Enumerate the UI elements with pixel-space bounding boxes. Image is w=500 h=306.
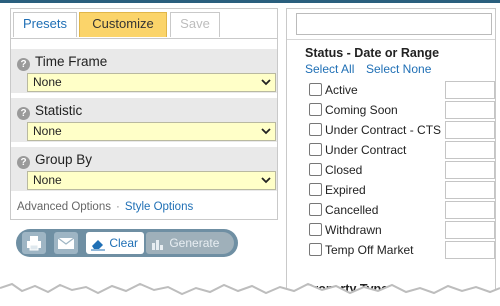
- status-option[interactable]: Cancelled: [309, 201, 495, 219]
- checkbox[interactable]: [309, 83, 322, 96]
- status-option[interactable]: Active: [309, 81, 495, 99]
- status-option[interactable]: Under Contract - CTS: [309, 121, 495, 139]
- help-icon[interactable]: ?: [17, 58, 30, 71]
- filter-search-input[interactable]: [296, 13, 492, 35]
- status-option-label: Under Contract: [325, 143, 407, 157]
- advanced-options-link[interactable]: Advanced Options: [17, 201, 111, 213]
- checkbox[interactable]: [309, 123, 322, 136]
- checkbox[interactable]: [309, 143, 322, 156]
- email-button[interactable]: [54, 232, 78, 254]
- date-range-field[interactable]: [445, 101, 495, 119]
- status-option[interactable]: Closed: [309, 161, 495, 179]
- section-heading: ? Time Frame: [17, 53, 108, 71]
- status-option-label: Temp Off Market: [325, 243, 414, 257]
- style-options-link[interactable]: Style Options: [125, 201, 193, 213]
- select-all-link[interactable]: Select All: [305, 62, 354, 76]
- section-title: Time Frame: [35, 54, 108, 69]
- select-none-link[interactable]: Select None: [366, 62, 431, 76]
- section-heading: ? Statistic: [17, 102, 83, 120]
- checkbox[interactable]: [309, 163, 322, 176]
- time-frame-select[interactable]: None: [27, 73, 276, 92]
- status-title: Status - Date or Range: [305, 46, 440, 60]
- section-title: Statistic: [35, 103, 83, 118]
- status-option-label: Cancelled: [325, 203, 379, 217]
- status-option-label: Expired: [325, 183, 366, 197]
- date-range-field[interactable]: [445, 141, 495, 159]
- tab-customize[interactable]: Customize: [79, 12, 167, 37]
- section-heading: ? Group By: [17, 151, 93, 169]
- section-time-frame: ? Time Frame None: [11, 49, 277, 93]
- generate-label: Generate: [169, 236, 220, 250]
- tab-presets[interactable]: Presets: [13, 12, 77, 37]
- torn-edge: [0, 282, 500, 306]
- select-value: None: [33, 173, 62, 187]
- select-value: None: [33, 75, 62, 89]
- group-by-select[interactable]: None: [27, 171, 276, 190]
- date-range-field[interactable]: [445, 201, 495, 219]
- checkbox[interactable]: [309, 203, 322, 216]
- status-option[interactable]: Under Contract: [309, 141, 495, 159]
- top-accent-line: [0, 0, 500, 3]
- status-option[interactable]: Withdrawn: [309, 221, 495, 239]
- customize-panel: Presets Customize Save ? Time Frame None …: [10, 8, 278, 220]
- status-option-label: Under Contract - CTS: [325, 123, 442, 137]
- help-icon[interactable]: ?: [17, 107, 30, 120]
- tab-save[interactable]: Save: [170, 12, 220, 37]
- clear-label: Clear: [109, 236, 139, 250]
- status-option[interactable]: Temp Off Market: [309, 241, 495, 259]
- clear-button[interactable]: Clear: [86, 232, 144, 254]
- eraser-icon: [91, 239, 105, 251]
- checkbox[interactable]: [309, 223, 322, 236]
- date-range-field[interactable]: [445, 121, 495, 139]
- section-statistic: ? Statistic None: [11, 98, 277, 142]
- status-option-label: Withdrawn: [325, 223, 382, 237]
- select-value: None: [33, 124, 62, 138]
- print-button[interactable]: [22, 232, 46, 254]
- tab-bar: Presets Customize Save: [11, 9, 277, 39]
- date-range-field[interactable]: [445, 221, 495, 239]
- report-builder: Presets Customize Save ? Time Frame None …: [0, 0, 500, 306]
- checkbox[interactable]: [309, 103, 322, 116]
- date-range-field[interactable]: [445, 181, 495, 199]
- bar-chart-icon: [152, 239, 163, 250]
- status-option[interactable]: Expired: [309, 181, 495, 199]
- help-icon[interactable]: ?: [17, 156, 30, 169]
- chevron-down-icon: [261, 74, 271, 91]
- status-option-label: Coming Soon: [325, 103, 398, 117]
- envelope-icon: [57, 237, 75, 249]
- date-range-field[interactable]: [445, 81, 495, 99]
- status-option-label: Active: [325, 83, 358, 97]
- chevron-down-icon: [261, 172, 271, 189]
- action-toolbar: Clear Generate: [16, 229, 238, 257]
- printer-icon: [27, 236, 41, 251]
- options-links: Advanced Options · Style Options: [17, 201, 193, 213]
- checkbox[interactable]: [309, 183, 322, 196]
- section-group-by: ? Group By None: [11, 147, 277, 191]
- status-option-label: Closed: [325, 163, 363, 177]
- status-option[interactable]: Coming Soon: [309, 101, 495, 119]
- separator-dot: ·: [115, 201, 120, 213]
- filter-panel: Status - Date or Range Select All Select…: [286, 8, 496, 306]
- checkbox[interactable]: [309, 243, 322, 256]
- section-title: Group By: [35, 152, 93, 167]
- date-range-field[interactable]: [445, 161, 495, 179]
- divider: [287, 39, 495, 40]
- date-range-field[interactable]: [445, 241, 495, 259]
- statistic-select[interactable]: None: [27, 122, 276, 141]
- generate-button[interactable]: Generate: [146, 232, 234, 254]
- chevron-down-icon: [261, 123, 271, 140]
